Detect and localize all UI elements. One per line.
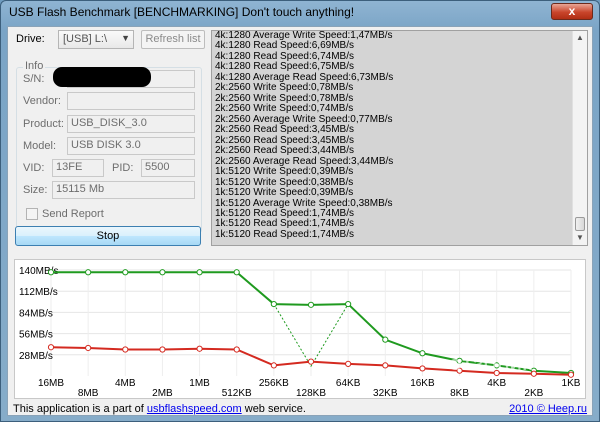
x-tick-label: 1MB bbox=[189, 378, 210, 389]
log-line: 1k:5120 Write Speed:0,39MB/s bbox=[215, 166, 354, 178]
sn-label: S/N: bbox=[23, 73, 45, 85]
data-point bbox=[419, 350, 426, 357]
data-point bbox=[47, 344, 55, 351]
vendor-label: Vendor: bbox=[23, 95, 61, 107]
x-tick-label: 4KB bbox=[487, 378, 506, 389]
data-point bbox=[307, 358, 315, 365]
send-report-label: Send Report bbox=[42, 208, 104, 220]
x-tick-label: 1KB bbox=[562, 378, 581, 389]
model-label: Model: bbox=[23, 140, 57, 152]
x-tick-label: 8KB bbox=[450, 388, 469, 398]
data-point bbox=[233, 346, 240, 353]
data-point bbox=[85, 269, 92, 276]
data-point bbox=[47, 269, 55, 276]
vendor-field bbox=[67, 92, 195, 110]
chart-svg: 140MB/s112MB/s84MB/s56MB/s28MB/s16MB8MB4… bbox=[19, 266, 581, 399]
data-point bbox=[345, 360, 352, 367]
x-tick-label: 64KB bbox=[336, 378, 361, 389]
size-field: 15115 Mb bbox=[52, 181, 195, 199]
y-tick-label: 28MB/s bbox=[19, 351, 53, 362]
stop-button[interactable]: Stop bbox=[15, 226, 201, 246]
product-label: Product: bbox=[23, 118, 64, 130]
footer-prefix: This application is a part of bbox=[13, 403, 147, 415]
benchmark-log[interactable]: 4k:1280 Average Write Speed:1,47MB/s 4k:1… bbox=[211, 30, 588, 246]
data-point bbox=[567, 371, 575, 378]
data-point bbox=[233, 269, 240, 276]
data-point bbox=[122, 269, 129, 276]
drive-label: Drive: bbox=[16, 33, 45, 45]
data-point bbox=[196, 345, 203, 352]
data-point bbox=[382, 362, 389, 369]
copyright-link[interactable]: 2010 © Heep.ru bbox=[509, 403, 587, 415]
data-point bbox=[419, 365, 426, 372]
speed-chart: 140MB/s 112MB/s 84MB/s 56MB/s 28MB/s 16MB 8MB 4… bbox=[14, 259, 586, 399]
data-point bbox=[382, 336, 389, 343]
data-point bbox=[307, 301, 315, 308]
data-point bbox=[159, 269, 166, 276]
chevron-down-icon: ▼ bbox=[121, 33, 130, 43]
x-tick-label: 2MB bbox=[152, 388, 173, 398]
scrollbar-thumb[interactable] bbox=[575, 217, 585, 231]
refresh-list-button[interactable]: Refresh list bbox=[141, 30, 205, 49]
x-tick-label: 8MB bbox=[78, 388, 99, 398]
drive-select[interactable]: [USB] L:\ ▼ bbox=[58, 30, 134, 49]
pid-label: PID: bbox=[112, 162, 134, 174]
drive-select-value: [USB] L:\ bbox=[63, 33, 108, 45]
y-tick-label: 84MB/s bbox=[19, 308, 53, 319]
footer: This application is a part of usbflashsp… bbox=[13, 403, 589, 415]
log-line: 1k:5120 Read Speed:1,74MB/s bbox=[215, 228, 354, 240]
log-scrollbar[interactable]: ▲ ▼ bbox=[572, 31, 587, 245]
info-legend: Info bbox=[23, 60, 46, 72]
app-window: USB Flash Benchmark [BENCHMARKING] Don't… bbox=[0, 0, 600, 422]
title-bar[interactable]: USB Flash Benchmark [BENCHMARKING] Don't… bbox=[1, 1, 599, 25]
vid-label: VID: bbox=[23, 162, 45, 174]
x-tick-label: 16MB bbox=[38, 378, 64, 389]
usbflashspeed-link[interactable]: usbflashspeed.com bbox=[147, 403, 242, 415]
x-tick-label: 16KB bbox=[410, 378, 435, 389]
x-tick-label: 256KB bbox=[259, 378, 289, 389]
model-field: USB DISK 3.0 bbox=[67, 137, 195, 155]
data-point bbox=[85, 344, 92, 352]
x-tick-label: 2KB bbox=[524, 388, 543, 398]
vid-field: 13FE bbox=[52, 159, 104, 177]
product-field: USB_DISK_3.0 bbox=[67, 115, 195, 133]
size-label: Size: bbox=[23, 184, 48, 196]
data-point bbox=[159, 346, 166, 353]
data-point bbox=[345, 300, 352, 308]
data-point bbox=[270, 300, 277, 308]
data-point bbox=[122, 346, 129, 353]
data-point bbox=[270, 362, 277, 369]
footer-suffix: web service. bbox=[241, 403, 306, 415]
footer-text: This application is a part of usbflashsp… bbox=[13, 403, 306, 415]
x-tick-label: 32KB bbox=[373, 388, 398, 398]
pid-field: 5500 bbox=[141, 159, 195, 177]
close-button[interactable]: x bbox=[551, 3, 593, 20]
x-tick-label: 512KB bbox=[222, 388, 252, 398]
log-lines: 4k:1280 Average Write Speed:1,47MB/s 4k:1… bbox=[215, 31, 571, 240]
redaction-mark bbox=[53, 67, 151, 87]
scroll-down-icon[interactable]: ▼ bbox=[573, 231, 587, 245]
y-tick-label: 56MB/s bbox=[19, 330, 53, 341]
x-tick-label: 4MB bbox=[115, 378, 136, 389]
scroll-up-icon[interactable]: ▲ bbox=[573, 31, 587, 45]
send-report-checkbox[interactable] bbox=[26, 208, 38, 220]
log-line: 1k:5120 Write Speed:0,39MB/s bbox=[215, 187, 354, 199]
data-point bbox=[196, 269, 203, 276]
watermark: ОТЗОВИК bbox=[449, 357, 534, 374]
y-tick-label: 112MB/s bbox=[19, 287, 58, 298]
window-title: USB Flash Benchmark [BENCHMARKING] Don't… bbox=[9, 5, 355, 19]
x-tick-label: 128KB bbox=[296, 388, 326, 398]
